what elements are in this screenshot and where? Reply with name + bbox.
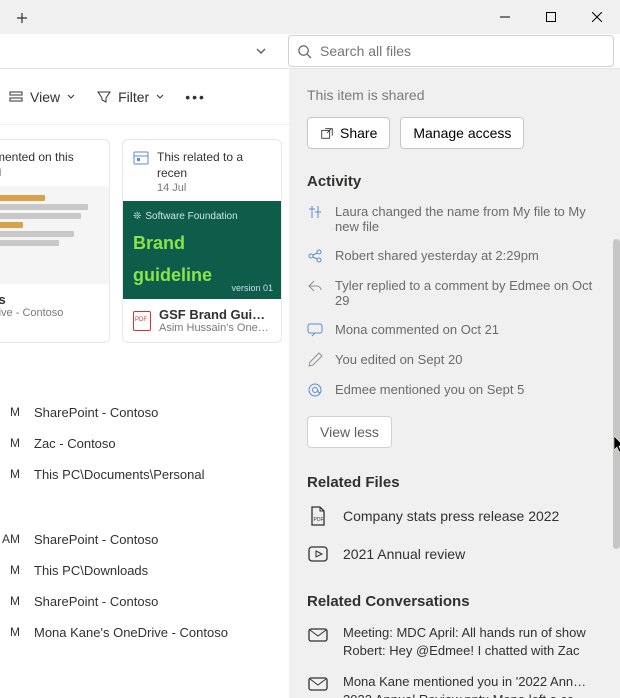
activity-item[interactable]: Robert shared yesterday at 2:29pm <box>307 248 602 264</box>
filter-icon <box>96 89 112 105</box>
maximize-button[interactable] <box>528 0 574 34</box>
search-row <box>0 34 620 69</box>
mail-icon <box>307 624 329 646</box>
list-item[interactable]: MThis PC\Documents\Personal <box>0 459 289 490</box>
pdf-icon <box>133 311 151 331</box>
related-files-heading: Related Files <box>307 474 602 491</box>
titlebar <box>0 0 620 34</box>
suggestion-cards: mmented on this PM N <box>0 125 289 357</box>
more-icon: ••• <box>185 89 206 105</box>
reply-icon <box>307 278 323 294</box>
filter-dropdown[interactable]: Filter <box>88 83 173 111</box>
activity-item[interactable]: Tyler replied to a comment by Edmee on O… <box>307 278 602 308</box>
edit-icon <box>307 352 323 368</box>
list-item[interactable]: MSharePoint - Contoso <box>0 397 289 428</box>
card-head-label: This related to a recen <box>157 150 271 181</box>
list-item[interactable]: MSharePoint - Contoso <box>0 586 289 617</box>
minimize-button[interactable] <box>482 0 528 34</box>
rename-icon <box>307 204 323 220</box>
view-less-button[interactable]: View less <box>307 416 392 448</box>
pdf-icon: PDF <box>307 505 329 527</box>
comment-icon <box>307 322 323 338</box>
history-dropdown[interactable] <box>244 34 278 68</box>
file-list: MSharePoint - Contoso MZac - Contoso MTh… <box>0 397 289 648</box>
related-conversations-heading: Related Conversations <box>307 593 602 610</box>
manage-access-button[interactable]: Manage access <box>400 117 524 149</box>
card-item[interactable]: mmented on this PM N <box>0 139 110 343</box>
related-file[interactable]: 2021 Annual review <box>307 543 602 565</box>
card-thumbnail <box>0 186 109 284</box>
share-button[interactable]: Share <box>307 117 390 149</box>
view-dropdown[interactable]: View <box>0 83 84 111</box>
card-title: tes <box>0 292 63 307</box>
main-content: View Filter ••• <box>0 69 289 698</box>
activity-item[interactable]: You edited on Sept 20 <box>307 352 602 368</box>
mail-icon <box>307 673 329 695</box>
new-tab-button[interactable] <box>6 2 38 34</box>
list-item[interactable]: MZac - Contoso <box>0 428 289 459</box>
list-item[interactable]: MThis PC\Downloads <box>0 555 289 586</box>
more-button[interactable]: ••• <box>177 83 214 111</box>
search-input[interactable] <box>288 35 614 67</box>
card-head-label: mmented on this <box>0 150 74 166</box>
close-button[interactable] <box>574 0 620 34</box>
search-field[interactable] <box>320 43 605 59</box>
card-head-sub: 14 Jul <box>157 181 271 195</box>
activity-item[interactable]: Edmee mentioned you on Sept 5 <box>307 382 602 398</box>
card-sub: Drive - Contoso <box>0 307 63 319</box>
calendar-icon <box>133 150 149 166</box>
details-pane: This item is shared Share Manage access … <box>289 69 620 698</box>
mention-icon <box>307 382 323 398</box>
share-icon <box>320 126 334 140</box>
video-icon <box>307 543 329 565</box>
search-icon <box>297 44 312 59</box>
activity-item[interactable]: Laura changed the name from My file to M… <box>307 204 602 234</box>
card-title: GSF Brand Guideline <box>159 307 271 322</box>
list-item[interactable]: MMona Kane's OneDrive - Contoso <box>0 617 289 648</box>
view-icon <box>8 89 24 105</box>
conversation-item[interactable]: Mona Kane mentioned you in '2022 Annual … <box>307 673 602 698</box>
toolbar: View Filter ••• <box>0 69 289 125</box>
activity-item[interactable]: Mona commented on Oct 21 <box>307 322 602 338</box>
filter-label: Filter <box>118 89 149 105</box>
card-thumbnail: ❊Software Foundation Brand guideline ver… <box>123 201 281 299</box>
card-item[interactable]: This related to a recen 14 Jul ❊Software… <box>122 139 282 343</box>
card-sub: Asim Hussain's OneDrive <box>159 322 271 334</box>
shared-status: This item is shared <box>307 87 602 103</box>
svg-text:PDF: PDF <box>314 517 324 523</box>
card-head-sub: PM <box>0 166 74 180</box>
list-item[interactable]: AMSharePoint - Contoso <box>0 524 289 555</box>
conversation-item[interactable]: Meeting: MDC April: All hands run of sho… <box>307 624 602 659</box>
activity-heading: Activity <box>307 173 602 190</box>
scrollbar[interactable] <box>613 159 620 669</box>
related-file[interactable]: PDF Company stats press release 2022 <box>307 505 602 527</box>
share-icon <box>307 248 323 264</box>
view-label: View <box>30 89 60 105</box>
